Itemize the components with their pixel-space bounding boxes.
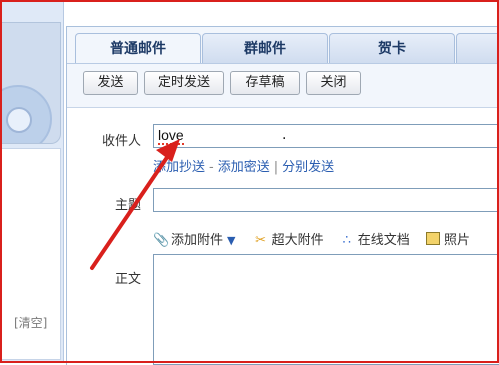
attachment-toolbar: 📎 添加附件 ▼ ✂ 超大附件 ∴ 在线文档 照片	[153, 229, 482, 248]
share-icon: ∴	[342, 233, 351, 248]
online-doc-button[interactable]: ∴ 在线文档	[340, 229, 410, 248]
sidebar-top-panel	[2, 22, 61, 144]
paperclip-icon: 📎	[153, 233, 170, 248]
add-bcc-link[interactable]: 添加密送	[218, 160, 270, 175]
recipient-label: 收件人	[101, 134, 141, 149]
send-button[interactable]: 发送	[83, 71, 138, 95]
compose-form: 收件人 love . 添加抄送 - 添加密送 | 分别发送 主题 📎 添加附件 ▼ ✂ 超大附…	[67, 107, 499, 365]
tab-normal-mail[interactable]: 普通邮件	[75, 33, 201, 64]
large-attachment-button[interactable]: ✂ 超大附件	[254, 229, 323, 248]
recipient-value-end: .	[282, 127, 287, 143]
recipient-input[interactable]: love .	[153, 124, 499, 148]
tab-divider	[67, 63, 499, 64]
attachment-dropdown-icon[interactable]: ▼	[227, 234, 235, 247]
clear-link[interactable]: [清空]	[14, 314, 47, 331]
close-button[interactable]: 关闭	[306, 71, 361, 95]
compose-panel: 普通邮件 群邮件 贺卡 发送 定时发送 存草稿 关闭 收件人 love . 添加…	[66, 26, 499, 365]
body-editor[interactable]	[153, 254, 499, 365]
left-sidebar: [清空]	[2, 2, 64, 361]
subject-input[interactable]	[153, 188, 499, 212]
body-label: 正文	[114, 272, 141, 287]
separate-send-link[interactable]: 分别发送	[282, 160, 334, 175]
paperclip-gold-icon: ✂	[255, 233, 267, 248]
photo-icon	[425, 232, 440, 245]
subject-label: 主题	[114, 198, 141, 213]
disc-icon	[2, 85, 52, 143]
add-cc-link[interactable]: 添加抄送	[153, 160, 205, 175]
redaction-block	[214, 127, 280, 145]
add-attachment-button[interactable]: 📎 添加附件	[153, 229, 223, 248]
recipient-value: love	[158, 127, 184, 145]
tab-greeting-card[interactable]: 贺卡	[329, 33, 455, 64]
tab-group-mail[interactable]: 群邮件	[202, 33, 328, 64]
photo-button[interactable]: 照片	[425, 229, 470, 248]
save-draft-button[interactable]: 存草稿	[230, 71, 300, 95]
tab-more[interactable]	[456, 33, 499, 64]
timed-send-button[interactable]: 定时发送	[144, 71, 224, 95]
recipient-links: 添加抄送 - 添加密送 | 分别发送	[153, 160, 335, 175]
